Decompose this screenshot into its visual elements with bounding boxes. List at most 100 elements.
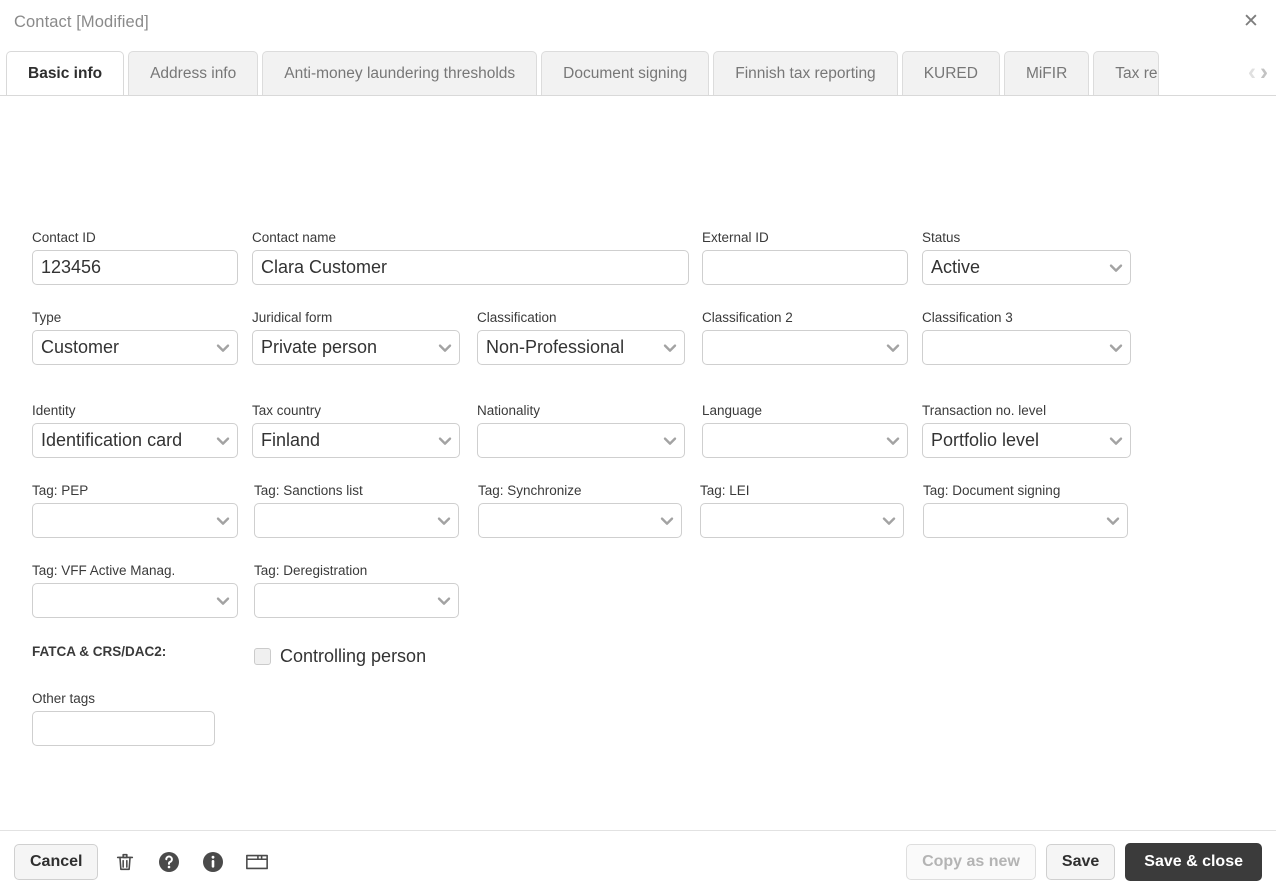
- chevron-left-icon[interactable]: ‹: [1248, 59, 1256, 84]
- field-value: 123456: [41, 257, 102, 277]
- field-label: Tag: VFF Active Manag.: [32, 563, 176, 578]
- chevron-down-icon: [660, 338, 680, 358]
- tax-country-select[interactable]: Finland: [252, 423, 460, 458]
- tag-pep-select[interactable]: [32, 503, 238, 538]
- footer-right-actions: Copy as new Save Save & close: [906, 842, 1262, 881]
- page-title: Contact [Modified]: [14, 12, 149, 31]
- field-label: Tag: LEI: [700, 483, 750, 498]
- tab-basic-info[interactable]: Basic info: [6, 51, 125, 95]
- field-label: Classification: [477, 310, 557, 325]
- window-icon[interactable]: [240, 845, 274, 879]
- field-external-id: External ID: [702, 230, 908, 285]
- save-and-close-button[interactable]: Save & close: [1125, 842, 1262, 881]
- chevron-down-icon: [883, 431, 903, 451]
- field-value: Clara Customer: [261, 257, 388, 277]
- classification-3-select[interactable]: [922, 330, 1131, 365]
- field-label: External ID: [702, 230, 769, 245]
- field-tag-vff-active-manag: Tag: VFF Active Manag.: [32, 563, 238, 618]
- status-select[interactable]: Active: [922, 250, 1131, 285]
- tag-deregistration-select[interactable]: [254, 583, 459, 618]
- chevron-down-icon: [1106, 258, 1126, 278]
- fatca-crs-label: FATCA & CRS/DAC2:: [32, 644, 167, 659]
- field-contact-name: Contact name Clara Customer: [252, 230, 689, 285]
- tag-vff-active-manag-select[interactable]: [32, 583, 238, 618]
- tag-synchronize-select[interactable]: [478, 503, 682, 538]
- tab-finnish-tax-reporting[interactable]: Finnish tax reporting: [713, 51, 898, 95]
- tag-lei-select[interactable]: [700, 503, 904, 538]
- tab-kured[interactable]: KURED: [901, 51, 1000, 95]
- field-label: Classification 2: [702, 310, 793, 325]
- contact-dialog: Contact [Modified] ✕ Basic info Address …: [0, 0, 1276, 892]
- field-label: Identity: [32, 403, 76, 418]
- close-icon[interactable]: ✕: [1238, 8, 1264, 34]
- trash-icon[interactable]: [108, 845, 142, 879]
- tab-mifir[interactable]: MiFIR: [1003, 51, 1090, 95]
- dialog-titlebar: Contact [Modified] ✕: [0, 0, 1276, 44]
- contact-name-input[interactable]: Clara Customer: [252, 250, 689, 285]
- identity-select[interactable]: Identification card: [32, 423, 238, 458]
- copy-as-new-button[interactable]: Copy as new: [906, 843, 1036, 880]
- field-classification-3: Classification 3: [922, 310, 1131, 365]
- field-label: Status: [922, 230, 961, 245]
- tag-sanctions-list-select[interactable]: [254, 503, 459, 538]
- tab-tax-reporting[interactable]: Tax re: [1093, 51, 1160, 95]
- field-identity: Identity Identification card: [32, 403, 238, 458]
- tag-document-signing-select[interactable]: [923, 503, 1128, 538]
- field-tag-sanctions-list: Tag: Sanctions list: [254, 483, 459, 538]
- chevron-right-icon[interactable]: ›: [1260, 59, 1268, 84]
- tab-label: KURED: [923, 65, 978, 82]
- field-label: Language: [702, 403, 763, 418]
- field-label: Tag: Sanctions list: [254, 483, 363, 498]
- controlling-person-checkbox-row: Controlling person: [254, 646, 426, 667]
- save-button[interactable]: Save: [1045, 843, 1116, 880]
- field-value: Customer: [41, 337, 120, 357]
- footer-left-actions: Cancel: [14, 843, 274, 880]
- tab-overflow-fade: [1170, 51, 1222, 95]
- juridical-form-select[interactable]: Private person: [252, 330, 460, 365]
- field-value: Private person: [261, 337, 378, 357]
- field-tag-document-signing: Tag: Document signing: [923, 483, 1128, 538]
- controlling-person-label: Controlling person: [280, 646, 427, 666]
- tab-label: Basic info: [28, 65, 103, 82]
- tab-strip: Basic info Address info Anti-money laund…: [0, 44, 1276, 96]
- field-label: Transaction no. level: [922, 403, 1047, 418]
- field-tax-country: Tax country Finland: [252, 403, 460, 458]
- other-tags-input[interactable]: [32, 711, 215, 746]
- classification-select[interactable]: Non-Professional: [477, 330, 685, 365]
- field-nationality: Nationality: [477, 403, 685, 458]
- chevron-down-icon: [434, 591, 454, 611]
- tab-anti-money-laundering-thresholds[interactable]: Anti-money laundering thresholds: [262, 51, 538, 95]
- field-label: Other tags: [32, 691, 96, 706]
- info-icon[interactable]: [196, 845, 230, 879]
- field-tag-synchronize: Tag: Synchronize: [478, 483, 682, 538]
- chevron-down-icon: [660, 431, 680, 451]
- tab-document-signing[interactable]: Document signing: [541, 51, 710, 95]
- chevron-down-icon: [1103, 511, 1123, 531]
- nationality-select[interactable]: [477, 423, 685, 458]
- tab-label: MiFIR: [1025, 65, 1068, 82]
- chevron-down-icon: [213, 591, 233, 611]
- language-select[interactable]: [702, 423, 908, 458]
- classification-2-select[interactable]: [702, 330, 908, 365]
- cancel-button[interactable]: Cancel: [14, 843, 99, 880]
- transaction-no-level-select[interactable]: Portfolio level: [922, 423, 1131, 458]
- field-value: Identification card: [41, 430, 183, 450]
- chevron-down-icon: [1106, 431, 1126, 451]
- tab-scroll-controls: ‹ ›: [1248, 59, 1268, 84]
- controlling-person-checkbox[interactable]: [254, 648, 271, 665]
- field-label: Contact ID: [32, 230, 96, 245]
- field-type: Type Customer: [32, 310, 238, 365]
- type-select[interactable]: Customer: [32, 330, 238, 365]
- chevron-down-icon: [213, 511, 233, 531]
- field-transaction-no-level: Transaction no. level Portfolio level: [922, 403, 1131, 458]
- tab-address-info[interactable]: Address info: [128, 51, 259, 95]
- contact-id-input[interactable]: 123456: [32, 250, 238, 285]
- field-label: Tax country: [252, 403, 322, 418]
- external-id-input[interactable]: [702, 250, 908, 285]
- field-value: Finland: [261, 430, 321, 450]
- tab-label: Finnish tax reporting: [735, 65, 876, 82]
- help-icon[interactable]: [152, 845, 186, 879]
- field-label: Tag: Document signing: [923, 483, 1061, 498]
- chevron-down-icon: [213, 431, 233, 451]
- field-classification-2: Classification 2: [702, 310, 908, 365]
